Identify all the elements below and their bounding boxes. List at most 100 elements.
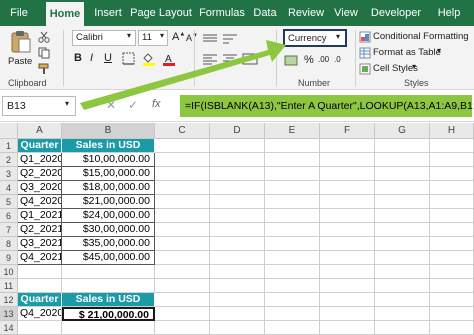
cell[interactable] (430, 307, 474, 321)
cell[interactable]: $35,00,000.00 (62, 237, 155, 251)
column-header[interactable]: D (210, 123, 265, 139)
cell[interactable] (210, 307, 265, 321)
cell[interactable] (320, 251, 375, 265)
cell[interactable] (375, 251, 430, 265)
cell[interactable] (210, 265, 265, 279)
cell[interactable]: Sales in USD (62, 293, 155, 307)
cell[interactable] (265, 167, 320, 181)
row-header[interactable]: 4 (0, 181, 18, 195)
cell[interactable]: $18,00,000.00 (62, 181, 155, 195)
cell[interactable] (265, 181, 320, 195)
cell[interactable] (265, 279, 320, 293)
cell[interactable] (430, 321, 474, 335)
cell[interactable] (430, 279, 474, 293)
cell[interactable] (62, 321, 155, 335)
cell[interactable] (375, 181, 430, 195)
cell[interactable] (320, 195, 375, 209)
cell[interactable] (155, 237, 210, 251)
cell[interactable]: Q4_2020 (18, 195, 62, 209)
cell[interactable] (210, 139, 265, 153)
row-header[interactable]: 8 (0, 237, 18, 251)
cell[interactable]: Q4_2021 (18, 251, 62, 265)
cell[interactable] (265, 307, 320, 321)
cell[interactable] (155, 251, 210, 265)
cell[interactable] (18, 321, 62, 335)
cell[interactable]: Q3_2020 (18, 181, 62, 195)
column-header[interactable]: B (62, 123, 155, 139)
cell[interactable] (375, 293, 430, 307)
cell[interactable] (430, 251, 474, 265)
cell[interactable] (210, 237, 265, 251)
cell[interactable] (155, 307, 210, 321)
cell[interactable] (375, 139, 430, 153)
row-header[interactable]: 3 (0, 167, 18, 181)
cell[interactable] (210, 251, 265, 265)
cell[interactable]: $ 21,00,000.00 (62, 307, 155, 321)
cell[interactable] (430, 223, 474, 237)
cell[interactable] (320, 139, 375, 153)
cell[interactable] (320, 209, 375, 223)
row-header[interactable]: 11 (0, 279, 18, 293)
cell[interactable] (265, 153, 320, 167)
cell[interactable] (320, 279, 375, 293)
cell[interactable] (210, 223, 265, 237)
cell[interactable] (375, 307, 430, 321)
cell[interactable] (375, 153, 430, 167)
cell[interactable] (430, 265, 474, 279)
cell[interactable] (210, 209, 265, 223)
cell[interactable]: Quarter (18, 139, 62, 153)
cell[interactable] (430, 139, 474, 153)
cell[interactable] (265, 223, 320, 237)
cell[interactable]: Q2_2020 (18, 167, 62, 181)
cell[interactable] (155, 139, 210, 153)
cell[interactable] (320, 321, 375, 335)
cell[interactable] (375, 223, 430, 237)
row-header[interactable]: 12 (0, 293, 18, 307)
row-header[interactable]: 2 (0, 153, 18, 167)
cell[interactable] (320, 265, 375, 279)
cell[interactable]: Q3_2021 (18, 237, 62, 251)
cell[interactable] (155, 265, 210, 279)
column-header[interactable]: F (320, 123, 375, 139)
cell[interactable]: Q1_2021 (18, 209, 62, 223)
cell[interactable] (265, 237, 320, 251)
cell[interactable]: Q2_2021 (18, 223, 62, 237)
cell[interactable] (155, 167, 210, 181)
cell[interactable]: $15,00,000.00 (62, 167, 155, 181)
cell[interactable] (430, 293, 474, 307)
cell[interactable]: Quarter (18, 293, 62, 307)
cell[interactable] (62, 279, 155, 293)
cell[interactable] (265, 251, 320, 265)
cell[interactable] (155, 181, 210, 195)
cell[interactable] (62, 265, 155, 279)
cell[interactable] (430, 237, 474, 251)
cell[interactable] (155, 321, 210, 335)
cell[interactable] (210, 153, 265, 167)
cell[interactable] (155, 209, 210, 223)
row-header[interactable]: 5 (0, 195, 18, 209)
row-header[interactable]: 13 (0, 307, 18, 321)
cell[interactable] (320, 293, 375, 307)
cell[interactable] (155, 279, 210, 293)
cell[interactable]: $30,00,000.00 (62, 223, 155, 237)
cell[interactable] (18, 279, 62, 293)
cell[interactable] (375, 279, 430, 293)
cell[interactable] (320, 223, 375, 237)
row-header[interactable]: 14 (0, 321, 18, 335)
cell[interactable] (210, 181, 265, 195)
cell[interactable] (375, 265, 430, 279)
column-header[interactable]: E (265, 123, 320, 139)
row-header[interactable]: 6 (0, 209, 18, 223)
cell[interactable] (265, 321, 320, 335)
cell[interactable] (210, 167, 265, 181)
cell[interactable] (320, 153, 375, 167)
row-header[interactable]: 10 (0, 265, 18, 279)
cell[interactable] (210, 279, 265, 293)
cell[interactable] (18, 265, 62, 279)
cell[interactable]: $24,00,000.00 (62, 209, 155, 223)
cell[interactable] (430, 167, 474, 181)
cell[interactable] (210, 293, 265, 307)
row-header[interactable]: 7 (0, 223, 18, 237)
cell[interactable] (155, 293, 210, 307)
cell[interactable] (375, 195, 430, 209)
